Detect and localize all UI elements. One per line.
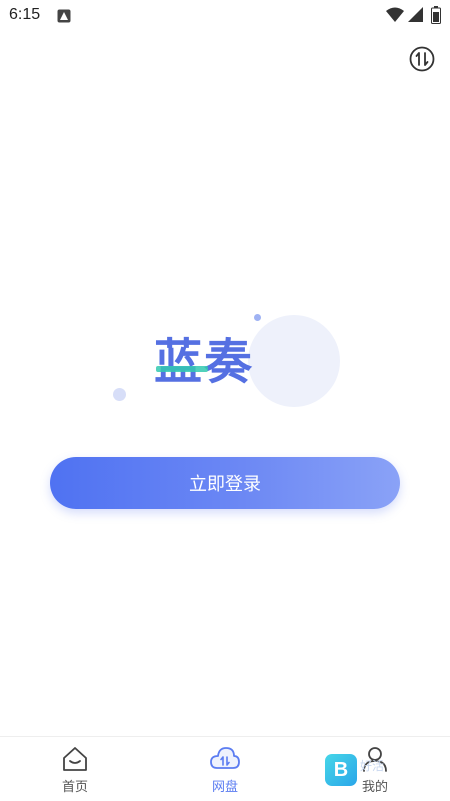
tab-cloud-drive[interactable]: 网盘 (150, 737, 300, 801)
transfer-button[interactable] (408, 45, 436, 73)
home-icon (60, 745, 90, 773)
login-button-label: 立即登录 (189, 474, 261, 495)
status-time: 6:15 (9, 6, 41, 23)
logo-decor-circle (248, 315, 340, 407)
floating-badge-caption: 好活 (360, 759, 385, 773)
tab-cloud-drive-label: 网盘 (211, 780, 238, 795)
logo-accent-stripe (156, 366, 208, 372)
notification-icon (57, 8, 71, 27)
tab-home-label: 首页 (61, 780, 88, 795)
logo-decor-dot (254, 314, 261, 321)
floating-badge-letter: B (333, 758, 349, 781)
battery-icon (431, 6, 441, 28)
tab-home[interactable]: 首页 (0, 737, 150, 801)
status-bar: 6:15 (0, 0, 450, 32)
login-button[interactable]: 立即登录 (50, 457, 400, 509)
cloud-drive-icon (209, 745, 241, 773)
logo-decor-dot-left (113, 388, 126, 401)
logo-text: 蓝奏 (154, 334, 255, 390)
transfer-arrows-icon (409, 46, 435, 72)
wifi-icon (386, 7, 404, 27)
tab-mine-label: 我的 (361, 780, 388, 795)
signal-icon (408, 7, 424, 27)
floating-badge-icon[interactable]: B (325, 754, 357, 786)
app-logo: 蓝奏 (108, 310, 344, 410)
